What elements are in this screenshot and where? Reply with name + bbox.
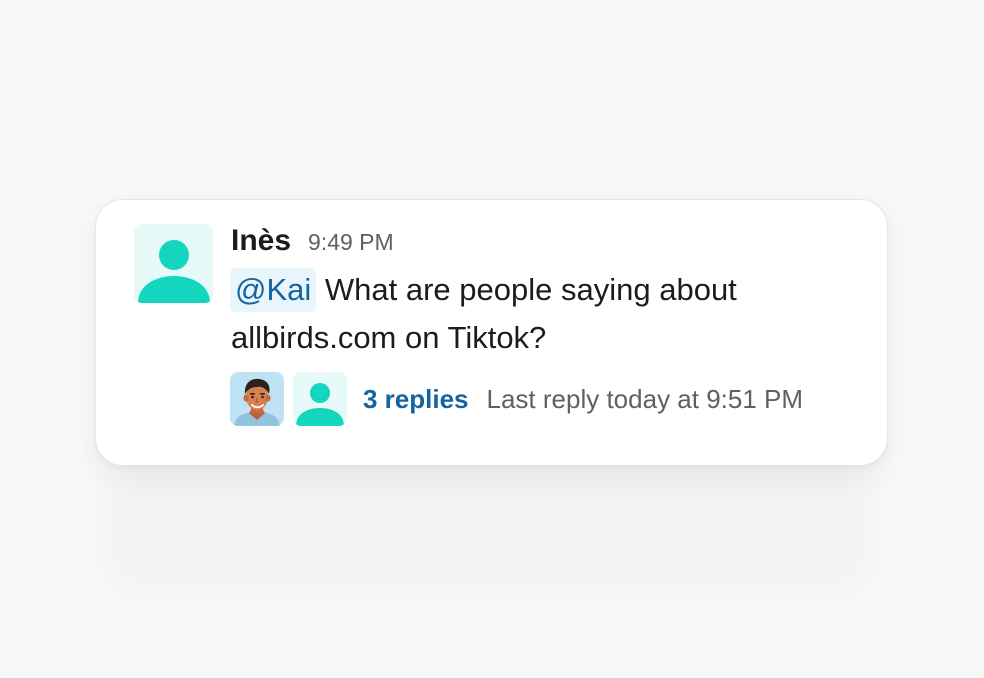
generic-user-icon [134,224,213,303]
author-avatar[interactable] [134,224,213,303]
replies-count-link[interactable]: 3 replies [363,384,469,415]
participant-photo-avatar-icon [230,372,284,426]
thread-summary[interactable]: 3 replies Last reply today at 9:51 PM [230,372,803,426]
author-name[interactable]: Inès [231,224,291,258]
user-mention[interactable]: @Kai [230,268,317,312]
participant-avatar-photo[interactable] [230,372,284,426]
participant-avatar-generic[interactable] [293,372,347,426]
generic-user-icon [293,372,347,426]
last-reply-time: Last reply today at 9:51 PM [486,383,804,414]
message-timestamp[interactable]: 9:49 PM [308,229,394,256]
message-header: Inès 9:49 PM [231,224,394,260]
message-body: @Kai What are people saying about allbir… [230,266,851,362]
